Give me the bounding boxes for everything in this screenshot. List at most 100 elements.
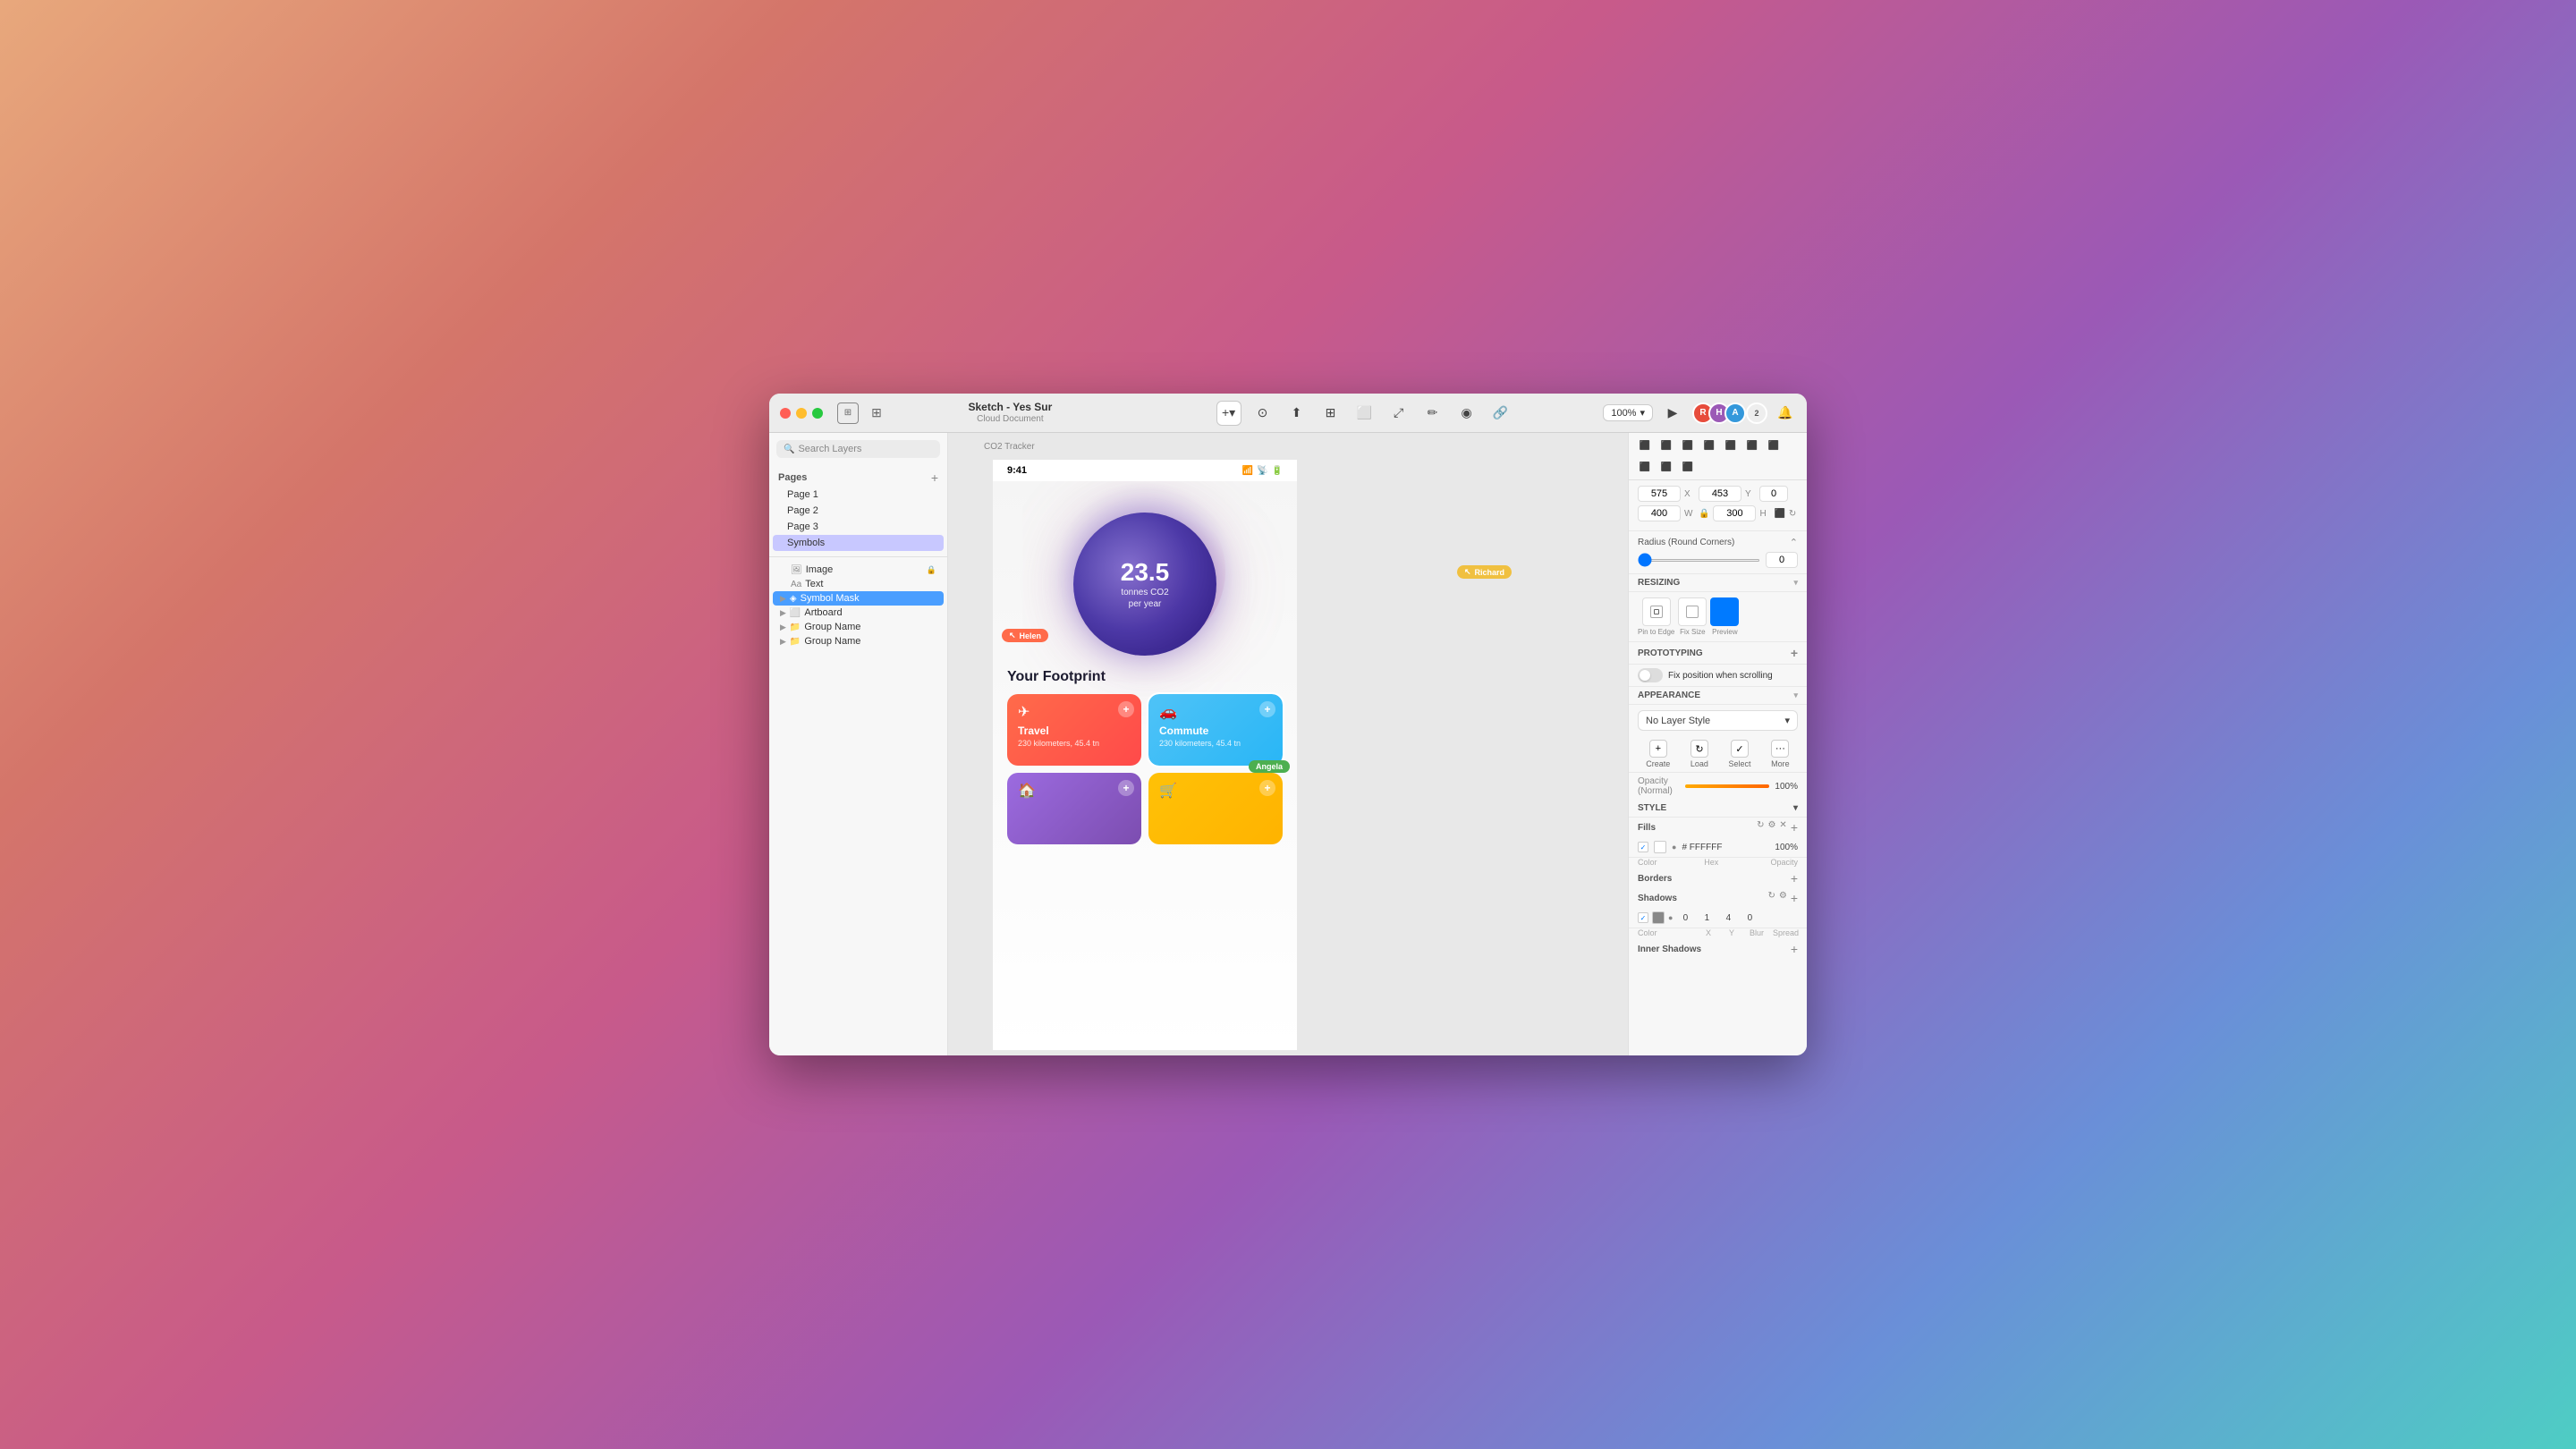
minimize-button[interactable] [796,408,807,419]
group2-chevron: ▶ [780,637,786,647]
distribute-h-icon[interactable]: ⬛ [1765,436,1783,454]
fills-settings-icon[interactable]: ⚙ [1767,820,1775,835]
preview-button[interactable] [1710,597,1739,626]
search-bar[interactable]: 🔍 Search Layers [776,440,940,458]
shadow-swatch[interactable] [1652,911,1665,924]
avatar-group: R H A 2 [1692,402,1767,424]
y-input[interactable] [1699,486,1741,502]
card-home-add[interactable]: + [1118,780,1134,796]
card-home[interactable]: 🏠 + [1007,773,1141,844]
group2-layer-icon: 📁 [790,637,801,647]
layer-item-artboard[interactable]: ▶ ⬜ Artboard [773,606,944,620]
borders-add-button[interactable]: + [1791,871,1798,886]
select-icon[interactable]: ✓ [1731,740,1749,758]
style-dropdown[interactable]: No Layer Style ▾ [1638,710,1798,731]
pen-icon[interactable]: ✏ [1420,401,1445,426]
appearance-section-title[interactable]: APPEARANCE ▾ [1629,687,1807,705]
distribute-v-icon[interactable]: ⬛ [1636,458,1654,476]
shadows-header: Shadows ↻ ⚙ + [1629,888,1807,908]
proto-toggle[interactable] [1638,668,1663,682]
align-center-v-icon[interactable]: ⬛ [1722,436,1740,454]
card-travel-add[interactable]: + [1118,701,1134,717]
x-input[interactable]: 575 [1638,486,1681,502]
layer-item-group2[interactable]: ▶ 📁 Group Name [773,634,944,648]
card-travel[interactable]: ✈ + Travel 230 kilometers, 45.4 tn [1007,694,1141,766]
card-shopping-add[interactable]: + [1259,780,1275,796]
flip-h-icon[interactable]: ⬛ [1657,458,1675,476]
target-icon[interactable]: ⊙ [1250,401,1275,426]
shadow-checkbox[interactable] [1638,912,1648,923]
create-icon[interactable]: + [1649,740,1667,758]
search-icon: 🔍 [784,445,794,454]
radius-input[interactable] [1766,552,1798,568]
grid-cell-1 [1718,606,1724,611]
fills-label: Fills [1638,823,1656,833]
close-button[interactable] [780,408,791,419]
fill-swatch[interactable] [1654,841,1666,853]
align-bottom-icon[interactable]: ⬛ [1743,436,1761,454]
lock-ratio-icon[interactable]: 🔒 [1699,509,1709,519]
h-input[interactable] [1713,505,1756,521]
zoom-control[interactable]: 100% ▾ [1603,404,1653,421]
maximize-button[interactable] [812,408,823,419]
sidebar-item-page1[interactable]: Page 1 [773,487,944,503]
fix-icon [1686,606,1699,618]
fills-restore-icon[interactable]: ↻ [1757,820,1764,835]
shadow-color-indicator: ● [1668,913,1673,922]
card-commute[interactable]: 🚗 + Commute 230 kilometers, 45.4 tn Ange… [1148,694,1283,766]
add-button[interactable]: +▾ [1216,401,1241,426]
search-input[interactable]: Search Layers [798,444,861,454]
card-commute-add[interactable]: + [1259,701,1275,717]
radius-slider[interactable] [1638,559,1760,562]
play-button[interactable]: ▶ [1660,401,1685,426]
pin-to-edge-button[interactable] [1642,597,1671,626]
canvas-area[interactable]: CO2 Tracker 9:41 📶 📡 🔋 [948,433,1628,1055]
pin-to-edge-label: Pin to Edge [1638,628,1674,636]
layout-icon[interactable]: ⊞ [1318,401,1343,426]
align-right-icon[interactable]: ⬛ [1679,436,1697,454]
card-shopping[interactable]: 🛒 + [1148,773,1283,844]
resizing-section-title[interactable]: RESIZING ▾ [1629,574,1807,592]
appearance-chevron: ▾ [1793,691,1798,700]
preview-grid-icon [1718,606,1731,618]
flip-v-icon[interactable]: ⬛ [1679,458,1697,476]
layer-item-image[interactable]: 🖼 Image 🔒 [784,563,944,577]
align-center-h-icon[interactable]: ⬛ [1657,436,1675,454]
fix-size-button[interactable] [1678,597,1707,626]
flip-icon[interactable]: ⬛ [1774,509,1784,519]
link-icon[interactable]: 🔗 [1488,401,1513,426]
add-page-icon[interactable]: + [931,470,938,485]
fills-subtract-icon[interactable]: ✕ [1779,820,1786,835]
window-icon[interactable]: ⊞ [837,402,859,424]
frame-icon[interactable]: ⬜ [1352,401,1377,426]
y-offset-input[interactable] [1759,486,1788,502]
layer-item-text[interactable]: Aa Text [784,577,944,591]
layer-item-group1[interactable]: ▶ 📁 Group Name [773,620,944,634]
load-icon[interactable]: ↻ [1690,740,1708,758]
w-input[interactable] [1638,505,1681,521]
prototyping-section-title[interactable]: PROTOTYPING + [1629,642,1807,665]
shadows-settings-icon[interactable]: ⚙ [1779,891,1787,905]
sidebar-item-page2[interactable]: Page 2 [773,503,944,519]
fills-add-button[interactable]: + [1791,820,1798,835]
layer-item-symbol-mask[interactable]: ▶ ◈ Symbol Mask [773,591,944,606]
rotate-icon[interactable]: ↻ [1789,509,1796,519]
shadows-add-button[interactable]: + [1791,891,1798,905]
card-travel-sub: 230 kilometers, 45.4 tn [1018,739,1131,748]
grid-view-icon[interactable]: ⊞ [866,402,887,424]
mask-icon[interactable]: ◉ [1454,401,1479,426]
sidebar-item-symbols[interactable]: Symbols [773,535,944,551]
fill-checkbox[interactable] [1638,842,1648,852]
resize-icon[interactable]: ⤢ [1386,401,1411,426]
inner-shadows-add-button[interactable]: + [1791,942,1798,956]
sidebar-item-page3[interactable]: Page 3 [773,519,944,535]
notification-icon[interactable]: 🔔 [1775,402,1796,424]
align-left-icon[interactable]: ⬛ [1636,436,1654,454]
upload-icon[interactable]: ⬆ [1284,401,1309,426]
radius-chevron[interactable]: ⌃ [1790,537,1798,548]
prototyping-add-icon[interactable]: + [1791,646,1798,660]
shadows-restore-icon[interactable]: ↻ [1767,891,1775,905]
select-action: ✓ Select [1729,740,1751,768]
more-icon[interactable]: ··· [1771,740,1789,758]
align-top-icon[interactable]: ⬛ [1700,436,1718,454]
